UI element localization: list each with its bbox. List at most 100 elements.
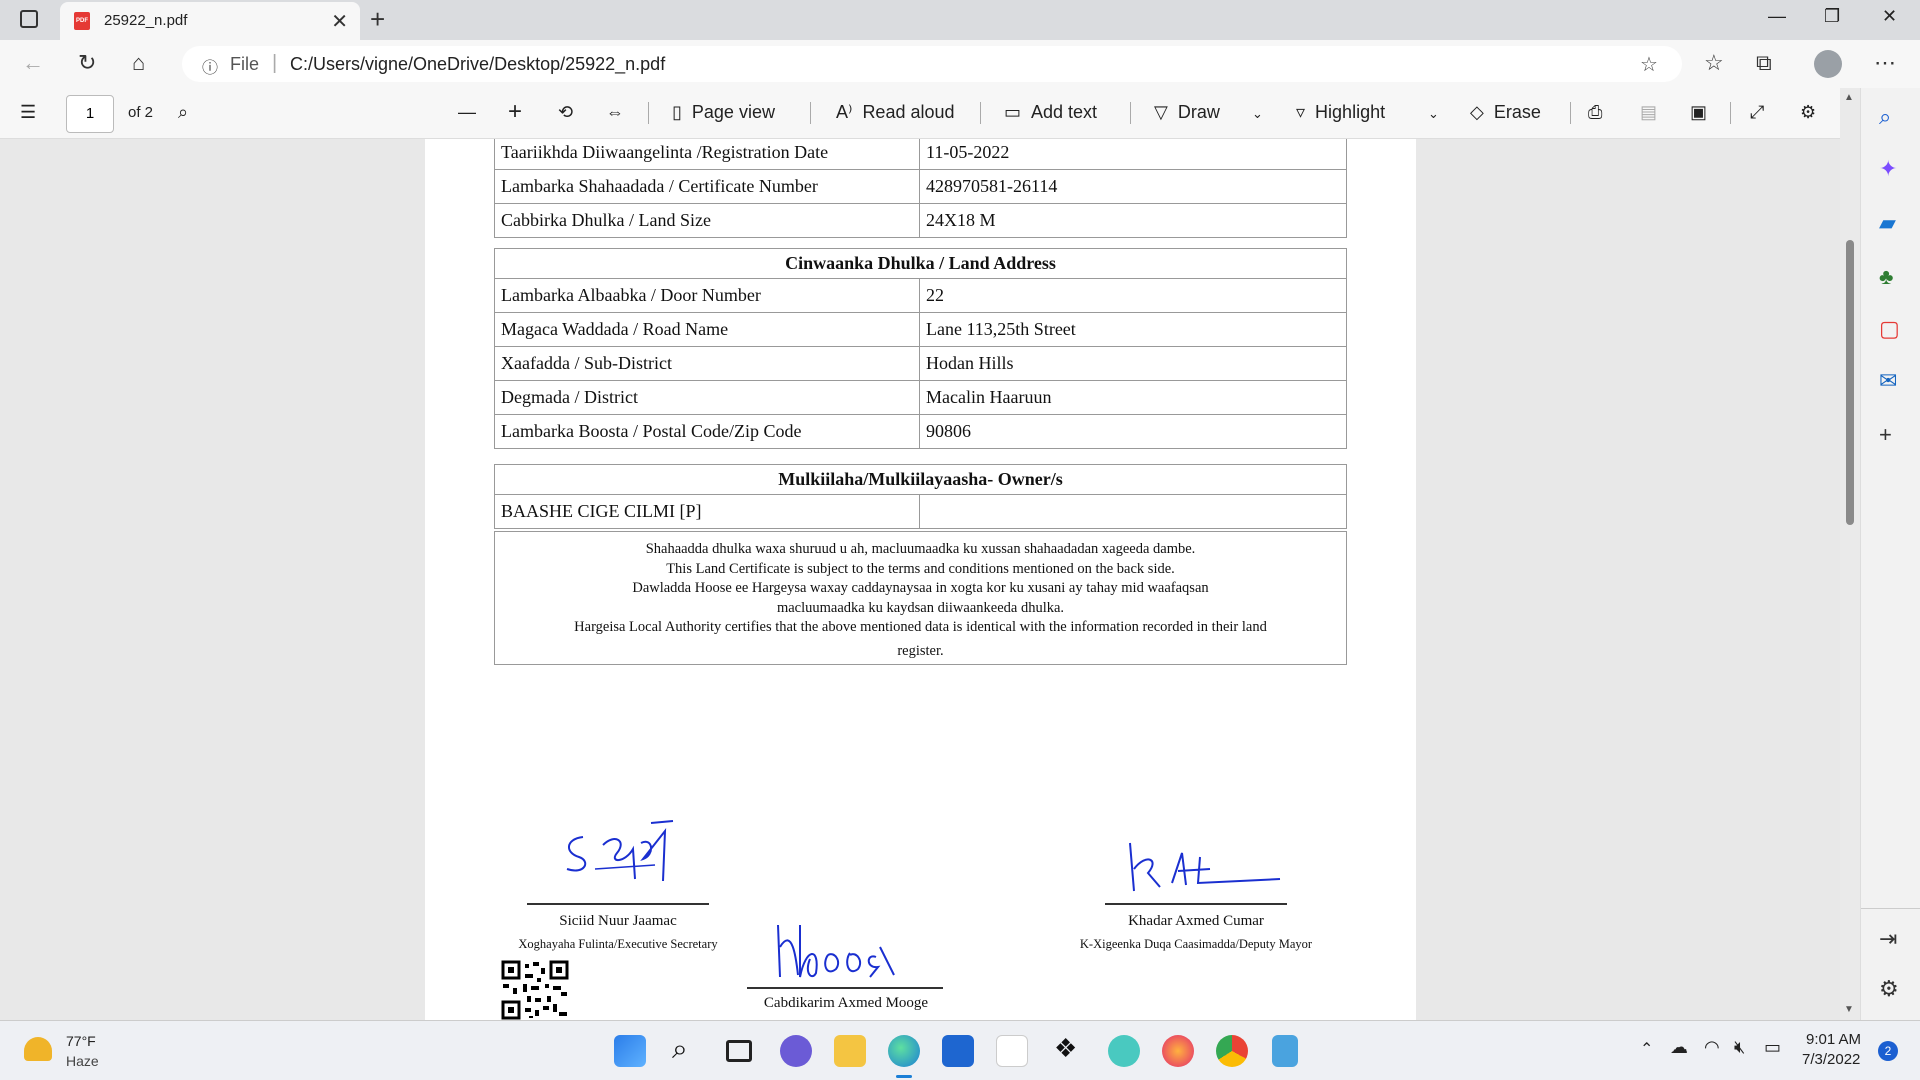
firefox-icon[interactable] (1162, 1035, 1194, 1067)
close-tab-icon[interactable]: ✕ (331, 9, 348, 34)
task-view-icon[interactable] (726, 1040, 752, 1062)
chrome-icon[interactable] (1216, 1035, 1248, 1067)
highlight-options-chevron-icon[interactable]: ⌄ (1428, 106, 1439, 122)
wifi-icon[interactable]: ◠ (1704, 1037, 1720, 1058)
teams-chat-icon[interactable] (780, 1035, 812, 1067)
scroll-up-icon[interactable]: ▲ (1844, 92, 1854, 103)
table-row: Degmada / District Macalin Haaruun (494, 380, 1347, 415)
tools-briefcase-icon[interactable]: ▰ (1879, 210, 1896, 236)
sidebar-divider (1861, 908, 1920, 909)
favorites-icon[interactable]: ☆ (1704, 50, 1724, 76)
row-value: Hodan Hills (919, 346, 1347, 381)
contents-icon[interactable]: ☰ (20, 102, 36, 123)
close-window-icon[interactable]: ✕ (1882, 6, 1897, 27)
row-value: 90806 (919, 414, 1347, 449)
copilot-sparkle-icon[interactable]: ✦ (1879, 156, 1897, 182)
row-value: 428970581-26114 (919, 169, 1347, 204)
home-icon[interactable]: ⌂ (132, 50, 145, 76)
minimize-icon[interactable]: — (1768, 6, 1786, 27)
weather-widget[interactable]: 77°F Haze (20, 1029, 140, 1073)
onedrive-cloud-icon[interactable]: ☁ (1670, 1037, 1688, 1058)
add-text-icon: ▭ (1004, 102, 1022, 122)
signature-center (777, 924, 895, 978)
back-icon[interactable]: ← (22, 50, 44, 76)
draw-button[interactable]: ▽ Draw (1154, 102, 1220, 123)
collections-icon[interactable]: ⧉ (1756, 50, 1772, 76)
show-hidden-icons-chevron-icon[interactable]: ⌃ (1640, 1039, 1653, 1059)
erase-button[interactable]: ◇ Erase (1470, 102, 1541, 123)
games-icon[interactable]: ♣ (1879, 264, 1893, 290)
signature-left (566, 820, 674, 882)
zoom-in-icon[interactable]: + (508, 98, 522, 126)
toolbar-divider (648, 102, 649, 124)
clock-time[interactable]: 9:01 AM (1806, 1031, 1861, 1048)
table-row: Lambarka Boosta / Postal Code/Zip Code 90… (494, 414, 1347, 449)
edge-browser-icon[interactable] (888, 1035, 920, 1067)
add-favorite-icon[interactable]: ☆ (1640, 52, 1658, 77)
microsoft-store-icon[interactable] (942, 1035, 974, 1067)
fit-width-icon[interactable]: ⇔ (606, 102, 624, 123)
scrollbar-thumb[interactable] (1846, 240, 1854, 525)
volume-muted-icon[interactable]: 🔇︎ (1734, 1037, 1745, 1058)
office-icon[interactable]: ▢ (1879, 316, 1900, 342)
notification-badge[interactable]: 2 (1878, 1041, 1898, 1061)
row-value: 22 (919, 278, 1347, 313)
browser-tab[interactable]: PDF 25922_n.pdf ✕ (60, 2, 360, 40)
read-aloud-button[interactable]: A⁾ Read aloud (836, 102, 955, 123)
row-label: Xaafadda / Sub-District (494, 346, 920, 381)
refresh-icon[interactable]: ↻ (78, 50, 96, 76)
erase-label: Erase (1493, 102, 1541, 122)
url-text[interactable]: C:/Users/vigne/OneDrive/Desktop/25922_n.… (290, 54, 665, 75)
owner-name: BAASHE CIGE CILMI [P] (494, 494, 920, 529)
signatory-name: Cabdikarim Axmed Mooge (763, 995, 929, 1011)
draw-options-chevron-icon[interactable]: ⌄ (1252, 106, 1263, 122)
row-value: Macalin Haaruun (919, 380, 1347, 415)
start-windows-icon[interactable] (614, 1035, 646, 1067)
add-sidebar-app-icon[interactable]: + (1879, 422, 1892, 448)
file-explorer-icon[interactable] (834, 1035, 866, 1067)
pdf-viewer[interactable]: Taariikhda Diiwaangelinta /Registration … (0, 139, 1840, 1020)
search-icon[interactable]: ⌕ (1879, 104, 1891, 130)
battery-icon[interactable]: ▭ (1764, 1037, 1781, 1058)
draw-label: Draw (1177, 102, 1220, 122)
hide-sidebar-icon[interactable]: ⇥ (1879, 926, 1897, 952)
taskbar-search-icon[interactable]: ⌕ (672, 1033, 688, 1066)
page-view-button[interactable]: ▯ Page view (672, 102, 775, 123)
mail-icon[interactable] (1108, 1035, 1140, 1067)
rotate-icon[interactable]: ⟲ (558, 102, 573, 123)
save-as-icon[interactable]: ▣ (1690, 102, 1707, 123)
tab-actions-icon[interactable] (20, 10, 38, 28)
page-number-input[interactable]: 1 (66, 95, 114, 133)
dropbox-icon[interactable]: ❖ (1054, 1033, 1077, 1064)
page-view-label: Page view (691, 102, 775, 122)
draw-icon: ▽ (1154, 102, 1168, 122)
clock-date[interactable]: 7/3/2022 (1802, 1051, 1860, 1068)
read-aloud-icon: A⁾ (836, 102, 853, 122)
new-tab-icon[interactable]: + (370, 4, 385, 35)
highlight-button[interactable]: ▿ Highlight (1296, 102, 1385, 123)
read-aloud-label: Read aloud (862, 102, 955, 122)
restore-icon[interactable]: ❐ (1824, 6, 1840, 27)
sidebar-settings-icon[interactable]: ⚙ (1879, 976, 1899, 1002)
amazon-icon[interactable] (996, 1035, 1028, 1067)
zoom-out-icon[interactable]: — (458, 102, 476, 123)
scrollbar-track[interactable] (1840, 88, 1860, 1020)
fullscreen-icon[interactable]: ⤢ (1750, 102, 1764, 123)
more-menu-icon[interactable]: ⋯ (1874, 50, 1896, 76)
signature-line (747, 987, 943, 989)
add-text-button[interactable]: ▭ Add text (1004, 102, 1097, 123)
notepad-icon[interactable] (1272, 1035, 1298, 1067)
page-total: of 2 (128, 104, 154, 121)
outlook-icon[interactable]: ✉ (1879, 368, 1897, 394)
scroll-down-icon[interactable]: ▼ (1844, 1004, 1854, 1015)
signatory-title: K-Xigeenka Duqa Caasimadda/Deputy Mayor (1079, 937, 1313, 951)
tab-strip: PDF 25922_n.pdf ✕ + — ❐ ✕ (0, 0, 1920, 40)
profile-avatar[interactable] (1814, 50, 1842, 78)
find-icon[interactable]: ⌕ (178, 102, 188, 123)
print-icon[interactable]: ⎙ (1588, 102, 1602, 123)
terms-line: This Land Certificate is subject to the … (666, 560, 1175, 577)
address-field[interactable]: ⓘ File | C:/Users/vigne/OneDrive/Desktop… (182, 46, 1682, 82)
info-icon[interactable]: ⓘ (202, 54, 218, 78)
save-icon[interactable]: ▤ (1640, 102, 1657, 123)
settings-icon[interactable]: ⚙ (1800, 102, 1816, 123)
